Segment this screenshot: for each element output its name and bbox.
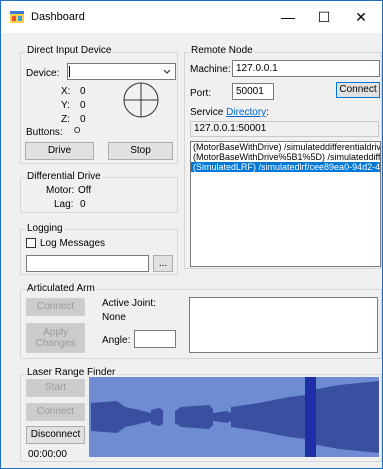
remote-node-group-label: Remote Node	[189, 45, 255, 56]
service-list-item[interactable]: (MotorBaseWithDrive) /simulateddifferent…	[191, 142, 380, 152]
machine-label: Machine:	[190, 64, 231, 75]
apply-changes-line2: Changes	[35, 338, 76, 349]
apply-changes-button[interactable]: Apply Changes	[26, 323, 85, 353]
log-messages-label: Log Messages	[40, 238, 106, 249]
close-button[interactable]: ✕	[342, 1, 380, 33]
logging-group-label: Logging	[25, 223, 65, 234]
active-joint-label: Active Joint:	[102, 298, 156, 309]
dashboard-window: Dashboard — ☐ ✕ Direct Input Device Devi…	[0, 0, 383, 469]
lrf-disconnect-button[interactable]: Disconnect	[26, 426, 85, 444]
text-caret	[69, 66, 70, 77]
directory-colon: :	[266, 107, 269, 118]
buttons-value: O	[74, 126, 81, 135]
motor-label: Motor:	[46, 185, 75, 196]
direct-input-group-label: Direct Input Device	[25, 45, 114, 56]
y-label: Y:	[61, 100, 70, 111]
differential-drive-group	[20, 177, 178, 213]
service-label: Service	[190, 107, 224, 118]
window-title: Dashboard	[31, 11, 85, 23]
motor-value: Off	[78, 185, 92, 196]
machine-input[interactable]: 127.0.0.1	[232, 60, 380, 77]
services-list[interactable]: (MotorBaseWithDrive) /simulateddifferent…	[190, 141, 381, 267]
service-list-item[interactable]: (MotorBaseWithDrive%5B1%5D) /simulateddi…	[191, 152, 380, 162]
directory-link[interactable]: Directory	[226, 107, 266, 118]
laser-scan-display	[89, 377, 379, 457]
log-file-input[interactable]	[26, 255, 149, 272]
port-label: Port:	[190, 88, 212, 99]
minimize-button[interactable]: —	[269, 1, 307, 33]
remote-connect-button[interactable]: Connect	[336, 82, 380, 98]
angle-label: Angle:	[102, 335, 131, 346]
lrf-start-button[interactable]: Start	[26, 379, 85, 397]
lrf-elapsed-time: 00:00:00	[28, 449, 67, 460]
title-bar[interactable]: Dashboard — ☐ ✕	[1, 1, 382, 33]
service-directory-label: Service Directory:	[190, 107, 269, 118]
stop-button[interactable]: Stop	[108, 142, 173, 160]
port-input[interactable]: 50001	[232, 83, 274, 100]
service-list-item-selected[interactable]: (SimulatedLRF) /simulatedlrf/cee89ea0-94…	[191, 162, 380, 172]
arm-connect-button[interactable]: Connect	[26, 298, 85, 316]
browse-button[interactable]: ...	[153, 255, 173, 272]
differential-drive-group-label: Differential Drive	[25, 171, 103, 182]
drive-button[interactable]: Drive	[25, 142, 94, 160]
z-value: 0	[80, 114, 86, 125]
device-label: Device:	[26, 68, 60, 79]
buttons-label: Buttons:	[26, 127, 63, 138]
articulated-arm-group-label: Articulated Arm	[25, 283, 97, 294]
lrf-connect-button[interactable]: Connect	[26, 403, 85, 421]
z-label: Z:	[61, 114, 70, 125]
laser-scan-highlight	[305, 377, 316, 457]
active-joint-value: None	[102, 312, 126, 323]
angle-input[interactable]	[134, 330, 176, 348]
lag-value: 0	[80, 199, 86, 210]
joystick-crosshair-icon[interactable]	[122, 81, 160, 119]
y-value: 0	[80, 100, 86, 111]
device-select[interactable]	[67, 63, 176, 80]
apply-changes-line1: Apply	[42, 327, 68, 338]
chevron-down-icon	[163, 69, 171, 74]
log-messages-checkbox[interactable]	[26, 238, 36, 248]
maximize-button[interactable]: ☐	[305, 1, 343, 33]
x-value: 0	[80, 86, 86, 97]
x-label: X:	[61, 86, 71, 97]
service-address-field[interactable]: 127.0.0.1:50001	[190, 121, 379, 137]
lag-label: Lag:	[54, 199, 74, 210]
app-icon	[10, 11, 24, 23]
joint-list[interactable]	[189, 297, 378, 353]
